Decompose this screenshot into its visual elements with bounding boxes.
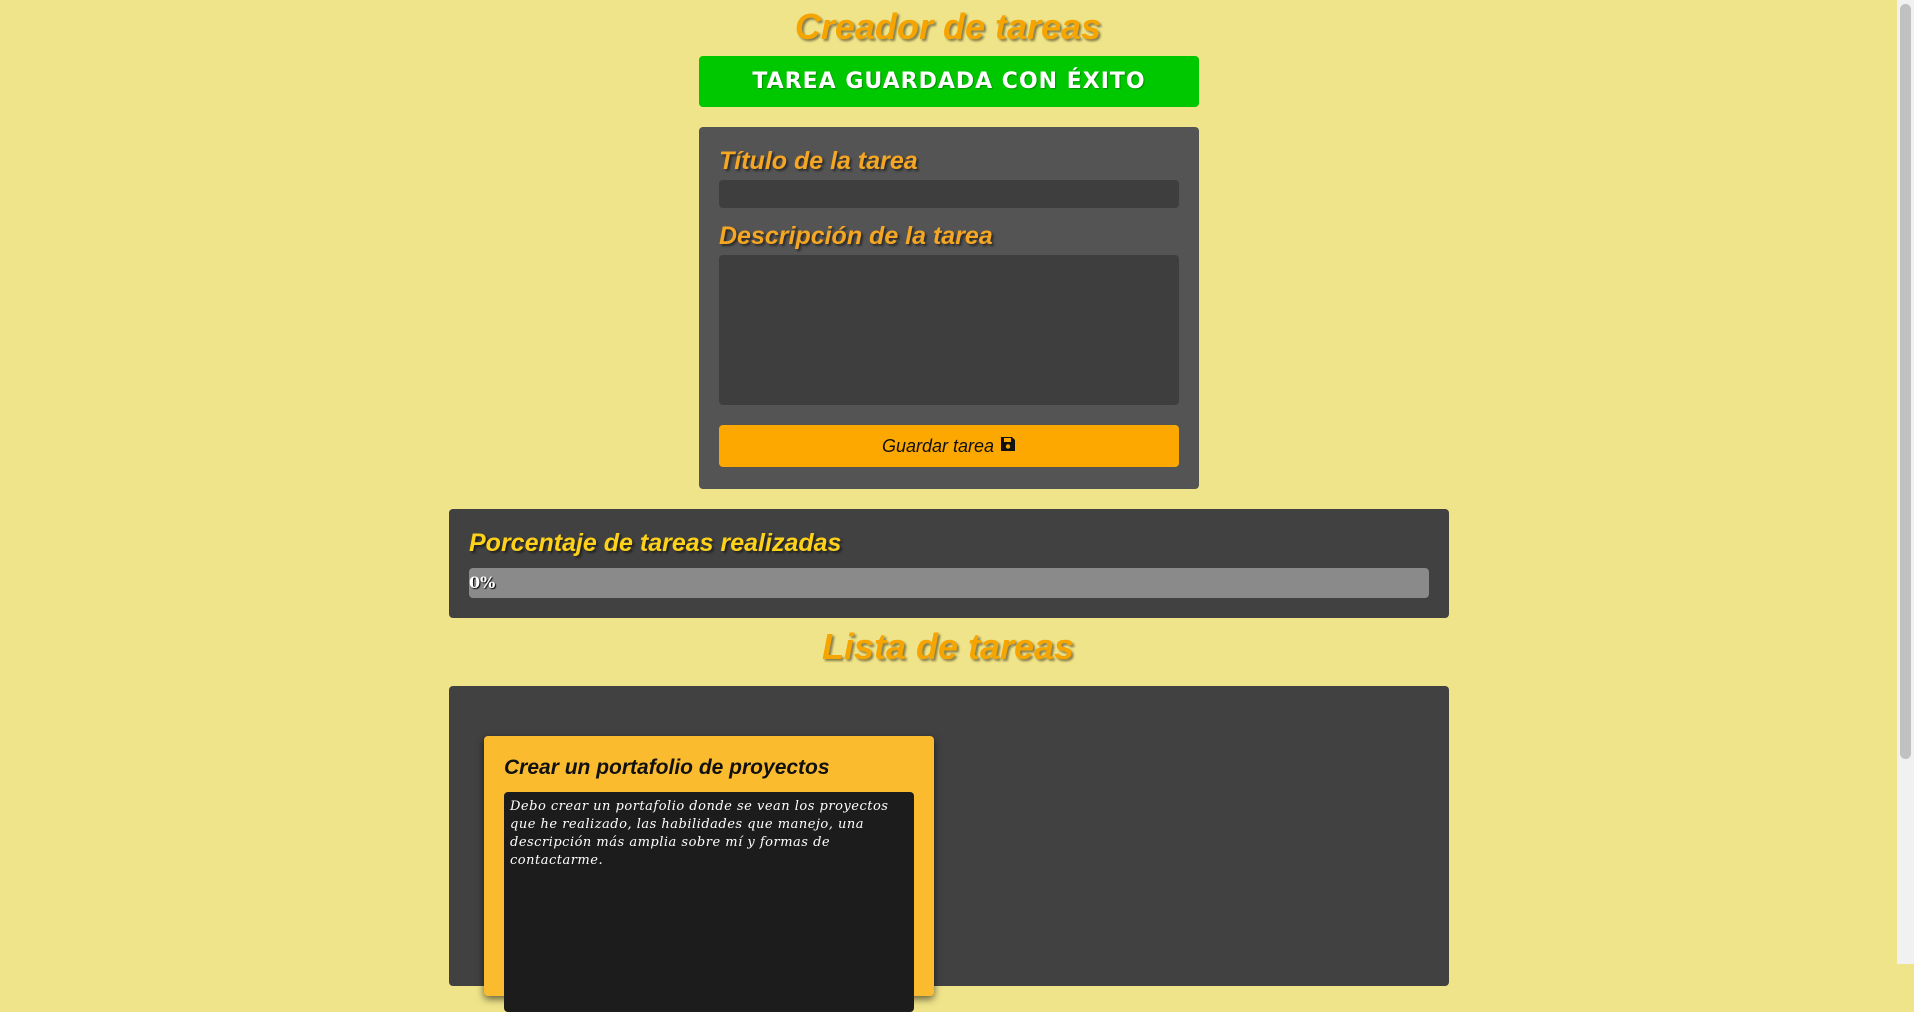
task-description: Debo crear un portafolio donde se vean l… <box>504 792 914 1012</box>
task-title: Crear un portafolio de proyectos <box>504 756 830 779</box>
success-notification-text: TAREA GUARDADA CON ÉXITO <box>752 69 1146 94</box>
description-textarea[interactable] <box>719 255 1179 405</box>
page-title: Creador de tareas <box>794 6 1102 47</box>
description-label: Descripción de la tarea <box>719 222 993 250</box>
save-task-label: Guardar tarea <box>881 435 995 456</box>
save-task-button[interactable]: Guardar tarea <box>719 425 1179 467</box>
floppy-disk-icon <box>1000 436 1016 457</box>
title-label: Título de la tarea <box>719 147 918 175</box>
task-list-title: Lista de tareas <box>821 626 1075 667</box>
task-card[interactable]: Crear un portafolio de proyectos Debo cr… <box>484 736 934 1012</box>
scrollbar-thumb[interactable] <box>1900 4 1911 759</box>
progress-title: Porcentaje de tareas realizadas <box>469 529 842 557</box>
task-list: Crear un portafolio de proyectos Debo cr… <box>449 686 1449 1012</box>
title-input[interactable] <box>719 180 1179 208</box>
progress-panel: Porcentaje de tareas realizadas 0% <box>449 509 1449 618</box>
page-scrollbar[interactable] <box>1897 0 1914 964</box>
progress-percent-label: 0% <box>469 573 496 592</box>
success-notification: TAREA GUARDADA CON ÉXITO <box>699 56 1199 107</box>
task-form: Título de la tarea Descripción de la tar… <box>699 127 1199 489</box>
progress-bar: 0% <box>469 568 1429 598</box>
